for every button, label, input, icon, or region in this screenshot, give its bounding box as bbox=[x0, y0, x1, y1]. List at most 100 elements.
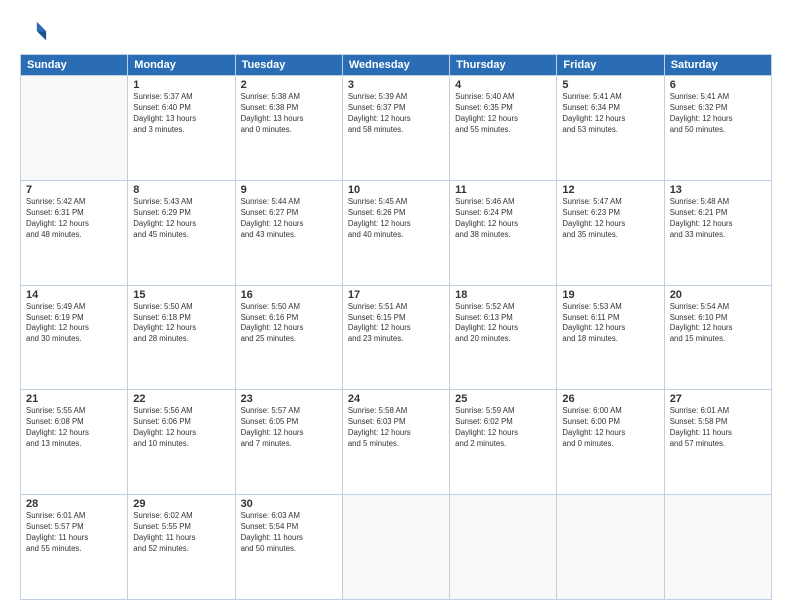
calendar-cell: 17Sunrise: 5:51 AM Sunset: 6:15 PM Dayli… bbox=[342, 285, 449, 390]
day-number: 26 bbox=[562, 393, 658, 405]
day-number: 3 bbox=[348, 79, 444, 91]
week-row-1: 1Sunrise: 5:37 AM Sunset: 6:40 PM Daylig… bbox=[21, 76, 772, 181]
calendar-cell: 16Sunrise: 5:50 AM Sunset: 6:16 PM Dayli… bbox=[235, 285, 342, 390]
week-row-4: 21Sunrise: 5:55 AM Sunset: 6:08 PM Dayli… bbox=[21, 390, 772, 495]
day-number: 27 bbox=[670, 393, 766, 405]
calendar-cell: 12Sunrise: 5:47 AM Sunset: 6:23 PM Dayli… bbox=[557, 180, 664, 285]
calendar-cell: 1Sunrise: 5:37 AM Sunset: 6:40 PM Daylig… bbox=[128, 76, 235, 181]
day-info: Sunrise: 5:50 AM Sunset: 6:16 PM Dayligh… bbox=[241, 302, 337, 346]
calendar-cell: 18Sunrise: 5:52 AM Sunset: 6:13 PM Dayli… bbox=[450, 285, 557, 390]
calendar-cell: 20Sunrise: 5:54 AM Sunset: 6:10 PM Dayli… bbox=[664, 285, 771, 390]
day-info: Sunrise: 5:49 AM Sunset: 6:19 PM Dayligh… bbox=[26, 302, 122, 346]
calendar-cell: 8Sunrise: 5:43 AM Sunset: 6:29 PM Daylig… bbox=[128, 180, 235, 285]
day-info: Sunrise: 5:48 AM Sunset: 6:21 PM Dayligh… bbox=[670, 197, 766, 241]
calendar-cell: 9Sunrise: 5:44 AM Sunset: 6:27 PM Daylig… bbox=[235, 180, 342, 285]
calendar-cell: 22Sunrise: 5:56 AM Sunset: 6:06 PM Dayli… bbox=[128, 390, 235, 495]
calendar-cell: 10Sunrise: 5:45 AM Sunset: 6:26 PM Dayli… bbox=[342, 180, 449, 285]
calendar-cell: 23Sunrise: 5:57 AM Sunset: 6:05 PM Dayli… bbox=[235, 390, 342, 495]
day-info: Sunrise: 5:47 AM Sunset: 6:23 PM Dayligh… bbox=[562, 197, 658, 241]
day-number: 25 bbox=[455, 393, 551, 405]
calendar-cell: 28Sunrise: 6:01 AM Sunset: 5:57 PM Dayli… bbox=[21, 495, 128, 600]
day-info: Sunrise: 5:38 AM Sunset: 6:38 PM Dayligh… bbox=[241, 92, 337, 136]
calendar-cell: 21Sunrise: 5:55 AM Sunset: 6:08 PM Dayli… bbox=[21, 390, 128, 495]
day-info: Sunrise: 5:55 AM Sunset: 6:08 PM Dayligh… bbox=[26, 406, 122, 450]
day-info: Sunrise: 6:03 AM Sunset: 5:54 PM Dayligh… bbox=[241, 511, 337, 555]
calendar-cell bbox=[342, 495, 449, 600]
day-number: 17 bbox=[348, 289, 444, 301]
day-info: Sunrise: 5:41 AM Sunset: 6:32 PM Dayligh… bbox=[670, 92, 766, 136]
calendar-cell: 7Sunrise: 5:42 AM Sunset: 6:31 PM Daylig… bbox=[21, 180, 128, 285]
day-info: Sunrise: 5:43 AM Sunset: 6:29 PM Dayligh… bbox=[133, 197, 229, 241]
calendar-cell: 2Sunrise: 5:38 AM Sunset: 6:38 PM Daylig… bbox=[235, 76, 342, 181]
day-number: 5 bbox=[562, 79, 658, 91]
weekday-header-monday: Monday bbox=[128, 55, 235, 76]
weekday-header-sunday: Sunday bbox=[21, 55, 128, 76]
day-info: Sunrise: 5:59 AM Sunset: 6:02 PM Dayligh… bbox=[455, 406, 551, 450]
day-number: 7 bbox=[26, 184, 122, 196]
day-info: Sunrise: 5:46 AM Sunset: 6:24 PM Dayligh… bbox=[455, 197, 551, 241]
calendar-table: SundayMondayTuesdayWednesdayThursdayFrid… bbox=[20, 54, 772, 600]
page: SundayMondayTuesdayWednesdayThursdayFrid… bbox=[0, 0, 792, 612]
day-info: Sunrise: 5:41 AM Sunset: 6:34 PM Dayligh… bbox=[562, 92, 658, 136]
day-info: Sunrise: 6:02 AM Sunset: 5:55 PM Dayligh… bbox=[133, 511, 229, 555]
day-number: 1 bbox=[133, 79, 229, 91]
day-number: 22 bbox=[133, 393, 229, 405]
day-number: 21 bbox=[26, 393, 122, 405]
calendar-cell: 4Sunrise: 5:40 AM Sunset: 6:35 PM Daylig… bbox=[450, 76, 557, 181]
header bbox=[20, 18, 772, 46]
day-info: Sunrise: 5:53 AM Sunset: 6:11 PM Dayligh… bbox=[562, 302, 658, 346]
day-number: 13 bbox=[670, 184, 766, 196]
day-info: Sunrise: 5:45 AM Sunset: 6:26 PM Dayligh… bbox=[348, 197, 444, 241]
calendar-cell: 5Sunrise: 5:41 AM Sunset: 6:34 PM Daylig… bbox=[557, 76, 664, 181]
day-number: 18 bbox=[455, 289, 551, 301]
weekday-header-row: SundayMondayTuesdayWednesdayThursdayFrid… bbox=[21, 55, 772, 76]
calendar-cell bbox=[557, 495, 664, 600]
calendar-cell: 3Sunrise: 5:39 AM Sunset: 6:37 PM Daylig… bbox=[342, 76, 449, 181]
day-info: Sunrise: 5:56 AM Sunset: 6:06 PM Dayligh… bbox=[133, 406, 229, 450]
calendar-cell bbox=[21, 76, 128, 181]
day-number: 30 bbox=[241, 498, 337, 510]
day-number: 16 bbox=[241, 289, 337, 301]
logo bbox=[20, 18, 52, 46]
calendar-cell: 11Sunrise: 5:46 AM Sunset: 6:24 PM Dayli… bbox=[450, 180, 557, 285]
day-info: Sunrise: 5:39 AM Sunset: 6:37 PM Dayligh… bbox=[348, 92, 444, 136]
weekday-header-friday: Friday bbox=[557, 55, 664, 76]
day-info: Sunrise: 5:50 AM Sunset: 6:18 PM Dayligh… bbox=[133, 302, 229, 346]
calendar-cell: 25Sunrise: 5:59 AM Sunset: 6:02 PM Dayli… bbox=[450, 390, 557, 495]
day-number: 2 bbox=[241, 79, 337, 91]
day-info: Sunrise: 6:01 AM Sunset: 5:58 PM Dayligh… bbox=[670, 406, 766, 450]
calendar-cell bbox=[664, 495, 771, 600]
calendar-cell: 19Sunrise: 5:53 AM Sunset: 6:11 PM Dayli… bbox=[557, 285, 664, 390]
day-number: 11 bbox=[455, 184, 551, 196]
calendar-cell: 30Sunrise: 6:03 AM Sunset: 5:54 PM Dayli… bbox=[235, 495, 342, 600]
day-info: Sunrise: 5:44 AM Sunset: 6:27 PM Dayligh… bbox=[241, 197, 337, 241]
day-number: 14 bbox=[26, 289, 122, 301]
week-row-2: 7Sunrise: 5:42 AM Sunset: 6:31 PM Daylig… bbox=[21, 180, 772, 285]
calendar-cell: 27Sunrise: 6:01 AM Sunset: 5:58 PM Dayli… bbox=[664, 390, 771, 495]
weekday-header-saturday: Saturday bbox=[664, 55, 771, 76]
calendar-cell: 15Sunrise: 5:50 AM Sunset: 6:18 PM Dayli… bbox=[128, 285, 235, 390]
day-number: 29 bbox=[133, 498, 229, 510]
day-info: Sunrise: 5:40 AM Sunset: 6:35 PM Dayligh… bbox=[455, 92, 551, 136]
week-row-3: 14Sunrise: 5:49 AM Sunset: 6:19 PM Dayli… bbox=[21, 285, 772, 390]
day-number: 10 bbox=[348, 184, 444, 196]
day-info: Sunrise: 5:54 AM Sunset: 6:10 PM Dayligh… bbox=[670, 302, 766, 346]
weekday-header-wednesday: Wednesday bbox=[342, 55, 449, 76]
day-info: Sunrise: 6:00 AM Sunset: 6:00 PM Dayligh… bbox=[562, 406, 658, 450]
calendar-cell: 26Sunrise: 6:00 AM Sunset: 6:00 PM Dayli… bbox=[557, 390, 664, 495]
weekday-header-tuesday: Tuesday bbox=[235, 55, 342, 76]
calendar-cell bbox=[450, 495, 557, 600]
day-info: Sunrise: 5:51 AM Sunset: 6:15 PM Dayligh… bbox=[348, 302, 444, 346]
day-number: 24 bbox=[348, 393, 444, 405]
day-info: Sunrise: 5:58 AM Sunset: 6:03 PM Dayligh… bbox=[348, 406, 444, 450]
day-number: 9 bbox=[241, 184, 337, 196]
day-number: 20 bbox=[670, 289, 766, 301]
day-number: 19 bbox=[562, 289, 658, 301]
day-number: 4 bbox=[455, 79, 551, 91]
day-number: 15 bbox=[133, 289, 229, 301]
day-number: 6 bbox=[670, 79, 766, 91]
day-number: 23 bbox=[241, 393, 337, 405]
day-number: 28 bbox=[26, 498, 122, 510]
calendar-cell: 24Sunrise: 5:58 AM Sunset: 6:03 PM Dayli… bbox=[342, 390, 449, 495]
day-info: Sunrise: 5:57 AM Sunset: 6:05 PM Dayligh… bbox=[241, 406, 337, 450]
